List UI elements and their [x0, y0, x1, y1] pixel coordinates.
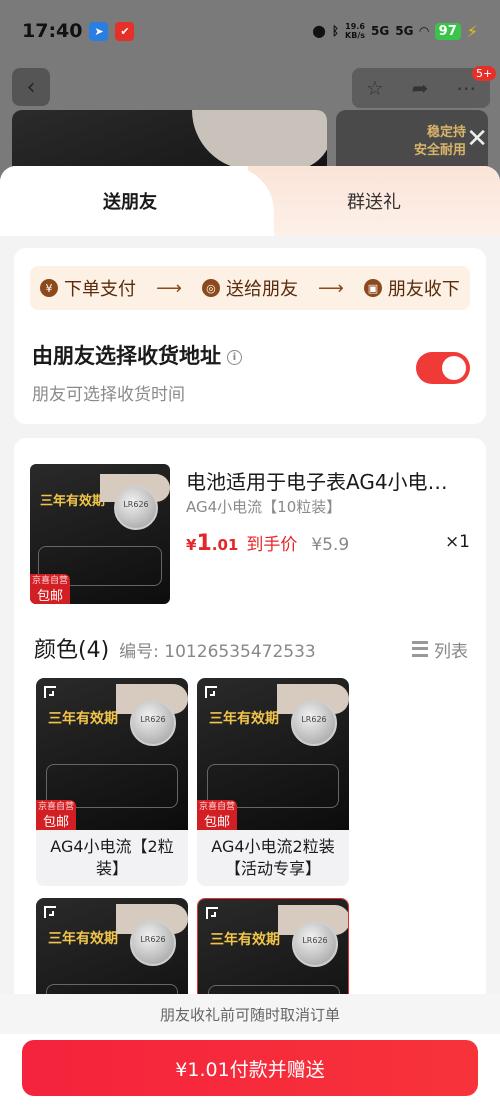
friend-address-toggle[interactable]: [416, 352, 470, 384]
step-send: ◎ 送给朋友: [201, 275, 298, 301]
product-image: 三年有效期 LR626 京喜自营 包邮: [30, 464, 170, 604]
gift-sheet: 群送礼 送朋友 ¥ 下单支付 ⟶ ◎ 送给朋友 ⟶ ▣ 朋友收下 由朋友选择收货…: [0, 166, 500, 1111]
pay-and-gift-button[interactable]: ¥1.01付款并赠送: [22, 1040, 478, 1096]
app-notification-icon: ➤: [89, 21, 109, 41]
sku-label: AG4小电流【2粒装】: [50, 837, 174, 878]
original-price: ¥5.9: [311, 535, 350, 555]
address-option-title: 由朋友选择收货地址 i: [32, 340, 242, 370]
arrow-right-icon: ⟶: [156, 277, 182, 299]
status-time: 17:40: [22, 20, 83, 42]
self-operated-tag: 京喜自营 包邮: [30, 574, 70, 604]
product-spec: AG4小电流【10粒装】: [186, 498, 342, 516]
product-price: ¥ 1 .01 到手价 ¥5.9: [186, 531, 350, 556]
status-bar: 17:40 ➤ ✔ ⬤ ᛒ 19.6 KB/s 5G 5G ◠ 97 ⚡: [0, 0, 500, 62]
gift-steps: ¥ 下单支付 ⟶ ◎ 送给朋友 ⟶ ▣ 朋友收下: [30, 266, 470, 310]
sku-image: 三年有效期 LR626 京喜自营 包邮: [197, 678, 349, 830]
wifi-icon: ◠: [419, 24, 429, 38]
tab-bar: 群送礼 送朋友: [0, 166, 500, 236]
location-icon: ⬤: [312, 24, 326, 38]
step-pay: ¥ 下单支付: [40, 275, 136, 301]
star-icon[interactable]: ☆: [366, 76, 384, 100]
self-operated-tag: 京喜自营 包邮: [197, 800, 237, 830]
sku-label: AG4小电流2粒装【活动专享】: [211, 837, 335, 878]
address-option-subtitle: 朋友可选择收货时间: [32, 385, 185, 405]
share-icon[interactable]: ➦: [412, 76, 429, 100]
gift-icon: ▣: [363, 279, 382, 297]
yuan-icon: ¥: [40, 279, 59, 297]
close-icon[interactable]: ✕: [466, 124, 488, 154]
color-header: 颜色(4) 编号: 10126535472533 列表: [34, 632, 468, 664]
info-icon[interactable]: i: [227, 349, 242, 365]
self-operated-tag: 京喜自营 包邮: [36, 800, 76, 830]
bottom-bar: 朋友收礼前可随时取消订单 ¥1.01付款并赠送: [0, 994, 500, 1111]
tab-send-friend[interactable]: 送朋友: [0, 166, 260, 236]
chevron-left-icon: ‹: [26, 74, 36, 100]
sku-image: 三年有效期 LR626 京喜自营 包邮: [36, 678, 188, 830]
product-code: 编号: 10126535472533: [119, 642, 316, 662]
bluetooth-icon: ᛒ: [331, 24, 340, 38]
status-indicators: ⬤ ᛒ 19.6 KB/s 5G 5G ◠ 97 ⚡: [312, 22, 478, 41]
quantity: ×1: [444, 532, 470, 552]
product-title: 电池适用于电子表AG4小电流纽扣电池: [186, 470, 466, 494]
tab-group-gift[interactable]: 群送礼: [248, 166, 500, 236]
nav-actions: ☆ ➦ ⋯: [352, 68, 490, 108]
color-label: 颜色(4): [34, 638, 110, 663]
network-speed: 19.6 KB/s: [345, 22, 366, 40]
signal-icon: 5G: [371, 24, 390, 38]
step-receive: ▣ 朋友收下: [363, 275, 460, 301]
app-notification-icon-2: ✔: [115, 21, 135, 41]
message-badge: 5+: [472, 66, 497, 81]
gift-flow-card: ¥ 下单支付 ⟶ ◎ 送给朋友 ⟶ ▣ 朋友收下 由朋友选择收货地址 i 朋友可选…: [14, 248, 486, 424]
arrow-right-icon-2: ⟶: [318, 277, 344, 299]
more-icon[interactable]: ⋯: [456, 76, 476, 100]
signal-icon-2: 5G: [395, 24, 414, 38]
chat-icon: ◎: [201, 279, 220, 297]
list-icon: [412, 641, 428, 657]
list-view-button[interactable]: 列表: [412, 637, 468, 662]
sku-option[interactable]: 三年有效期 LR626 京喜自营 包邮 AG4小电流2粒装【活动专享】: [197, 678, 349, 886]
battery-indicator: 97: [434, 22, 461, 40]
charging-icon: ⚡: [466, 21, 478, 41]
sku-option[interactable]: 三年有效期 LR626 京喜自营 包邮 AG4小电流【2粒装】: [36, 678, 188, 886]
back-button[interactable]: ‹: [12, 68, 50, 106]
cancel-note: 朋友收礼前可随时取消订单: [0, 994, 500, 1034]
